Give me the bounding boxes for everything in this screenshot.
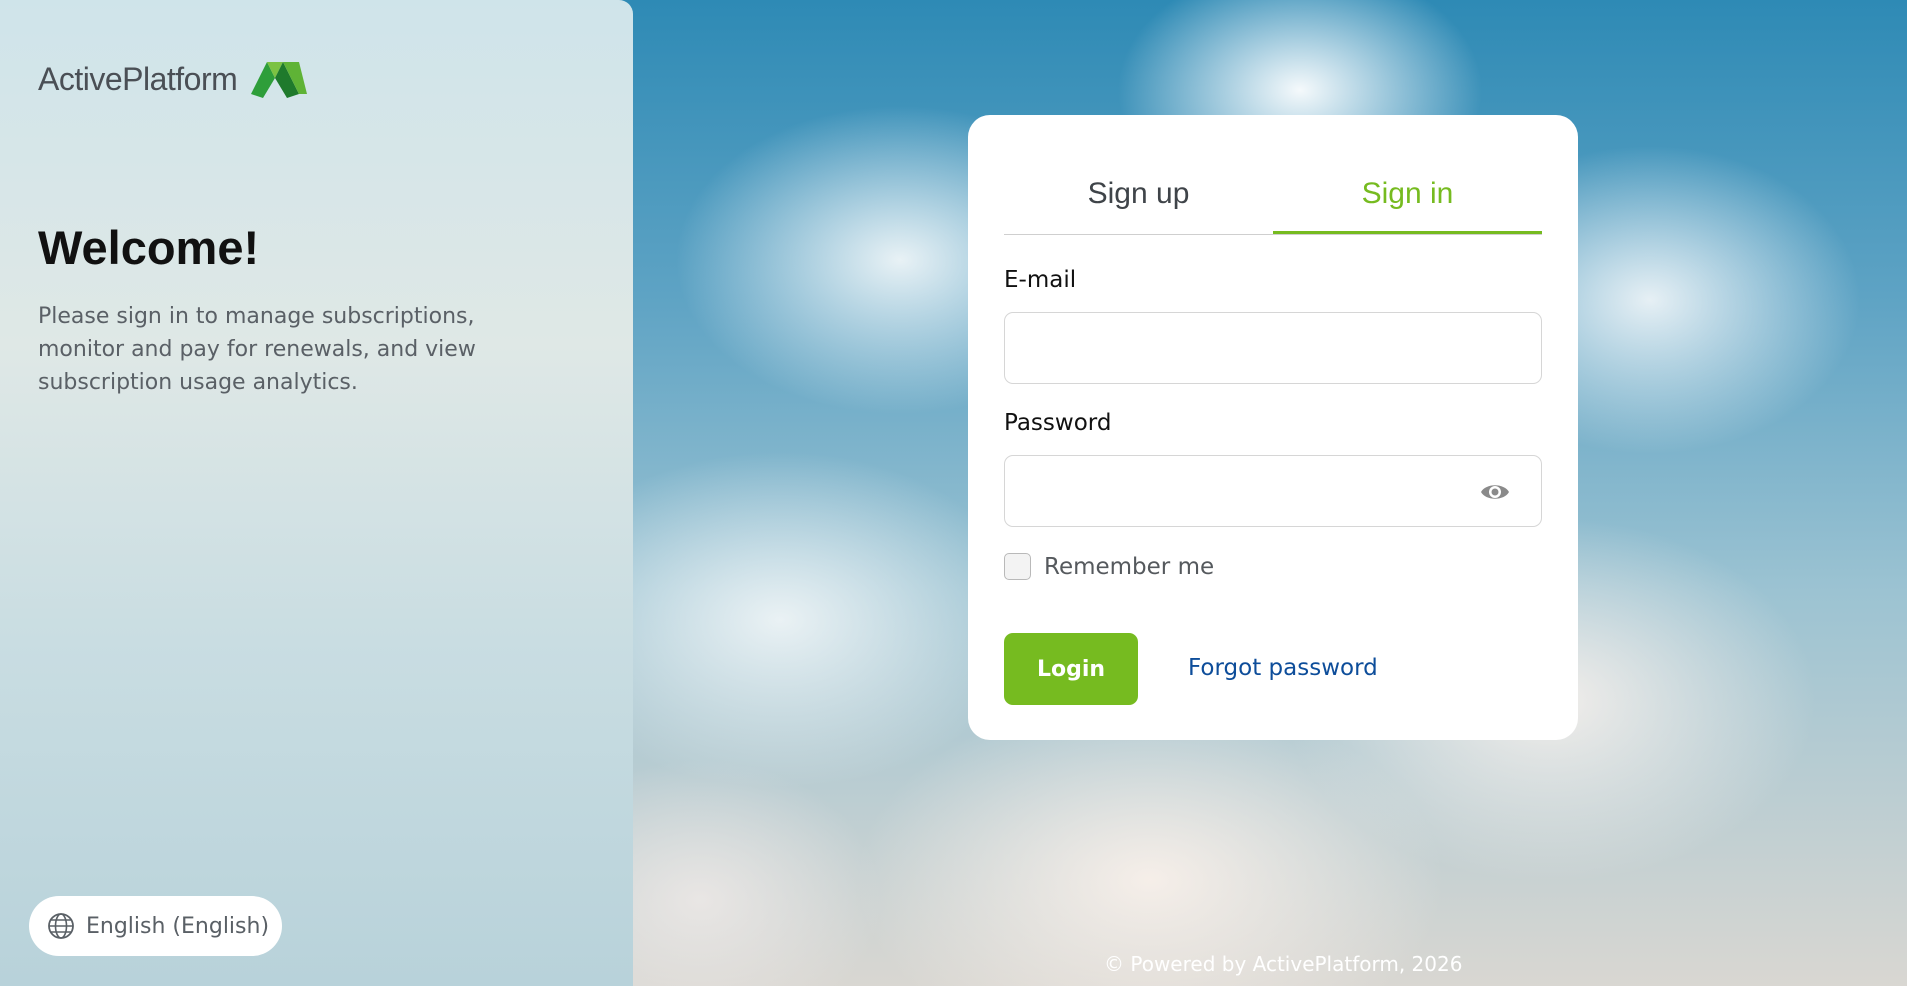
welcome-heading: Welcome! xyxy=(38,221,260,274)
activeplatform-logo-icon xyxy=(251,62,308,98)
tab-sign-up[interactable]: Sign up xyxy=(1004,165,1273,234)
remember-me[interactable]: Remember me xyxy=(1004,553,1214,580)
logo-text: ActivePlatform xyxy=(38,60,238,97)
password-label: Password xyxy=(1004,410,1112,436)
remember-me-checkbox[interactable] xyxy=(1004,553,1031,580)
footer-text: © Powered by ActivePlatform, 2026 xyxy=(1104,952,1463,976)
globe-icon xyxy=(48,913,74,939)
language-label: English (English) xyxy=(86,913,270,939)
auth-tabs: Sign up Sign in xyxy=(1004,165,1542,235)
forgot-password-link[interactable]: Forgot password xyxy=(1188,655,1378,681)
email-label: E-mail xyxy=(1004,267,1077,293)
auth-card: Sign up Sign in E-mail Password Remember… xyxy=(968,115,1578,740)
intro-text: Please sign in to manage subscriptions, … xyxy=(38,304,476,395)
email-field[interactable] xyxy=(1004,312,1542,384)
tab-sign-in[interactable]: Sign in xyxy=(1273,165,1542,234)
logo: ActivePlatform xyxy=(38,58,309,100)
remember-me-label: Remember me xyxy=(1044,553,1215,580)
eye-icon[interactable] xyxy=(1478,475,1512,509)
login-button[interactable]: Login xyxy=(1004,633,1138,705)
password-field[interactable] xyxy=(1004,455,1542,527)
language-selector[interactable]: English (English) xyxy=(29,896,282,956)
left-panel: ActivePlatform Welcome! Please sign in t… xyxy=(0,0,633,986)
